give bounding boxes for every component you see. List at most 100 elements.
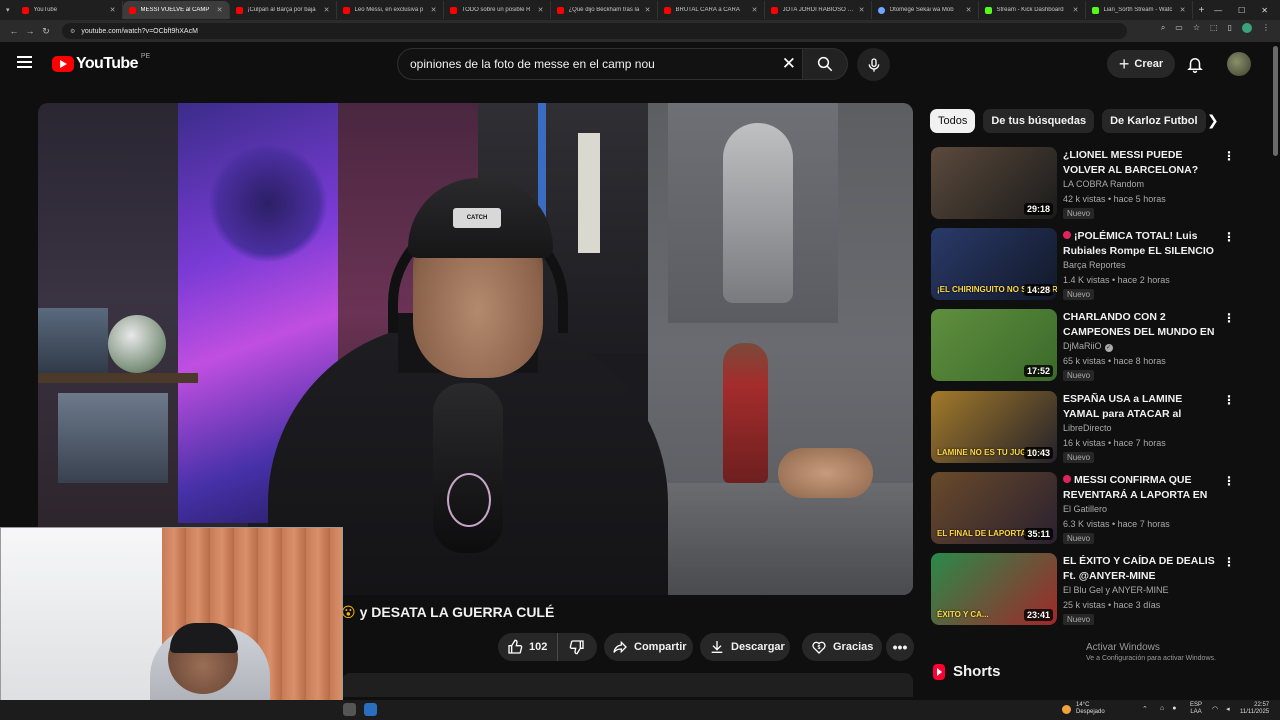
share-button[interactable]: Compartir xyxy=(604,633,693,661)
page-scrollbar[interactable] xyxy=(1273,46,1278,156)
close-tab-icon[interactable]: ✕ xyxy=(217,6,223,14)
mic-tray-icon[interactable]: ● xyxy=(1172,705,1176,712)
browser-tab[interactable]: JOTA JORDI RABIOSO con ✕ xyxy=(765,1,872,19)
video-thumbnail[interactable]: ÉXITO Y CA... 23:41 xyxy=(931,553,1057,625)
browser-tab[interactable]: Lian_Sorth Stream - Watc ✕ xyxy=(1086,1,1193,19)
more-vertical-icon[interactable]: ⋮ xyxy=(1223,149,1235,163)
chevron-right-icon[interactable]: ❯ xyxy=(1207,112,1219,129)
browser-tab[interactable]: BRUTAL CARA a CARA ✕ xyxy=(658,1,765,19)
recommended-video-title[interactable]: ESPAÑA USA a LAMINE YAMAL para ATACAR al… xyxy=(1063,392,1218,422)
filter-chip[interactable]: De Karloz Futbol xyxy=(1102,109,1206,133)
more-vertical-icon[interactable]: ⋮ xyxy=(1223,311,1235,325)
input-language[interactable]: ESP LAA xyxy=(1190,702,1202,716)
channel-name[interactable]: Barça Reportes xyxy=(1063,260,1126,270)
close-tab-icon[interactable]: ✕ xyxy=(1180,6,1186,14)
tab-search-icon[interactable]: ▾ xyxy=(0,6,16,14)
bookmark-star-icon[interactable]: ☆ xyxy=(1193,23,1200,33)
channel-name[interactable]: El Gatillero xyxy=(1063,504,1107,514)
sidebar-toggle-icon[interactable]: ▯ xyxy=(1228,23,1232,33)
browser-tab[interactable]: Leo Messi, en exclusiva p ✕ xyxy=(337,1,444,19)
close-tab-icon[interactable]: ✕ xyxy=(324,6,330,14)
wifi-icon[interactable]: ◠ xyxy=(1212,705,1218,713)
volume-icon[interactable]: ◂ xyxy=(1226,705,1230,713)
like-button[interactable]: 102 xyxy=(498,633,558,661)
recommended-video-title[interactable]: ¿LIONEL MESSI PUEDE VOLVER AL BARCELONA?… xyxy=(1063,148,1218,178)
recommended-video-title[interactable]: EL ÉXITO Y CAÍDA DE DEALIS Ft. @ANYER-MI… xyxy=(1063,554,1218,584)
notifications-button[interactable] xyxy=(1186,54,1204,79)
dislike-button[interactable] xyxy=(558,633,596,661)
recommended-video-title[interactable]: MESSI CONFIRMA QUE REVENTARÁ A LAPORTA E… xyxy=(1063,473,1218,503)
recommended-video[interactable]: EL FINAL DE LAPORTA 35:11 MESSI CONFIRMA Q… xyxy=(931,472,1235,546)
more-actions-button[interactable]: ••• xyxy=(886,633,914,661)
obs-icon[interactable] xyxy=(343,703,356,716)
recommended-video[interactable]: 17:52 CHARLANDO CON 2 CAMPEONES DEL MUNDO… xyxy=(931,309,1235,383)
url-field[interactable]: ⚙ youtube.com/watch?v=OCbft9hXAcM xyxy=(62,23,1127,39)
search-tab-icon[interactable]: ⌕ xyxy=(1161,23,1165,33)
browser-tab[interactable]: YouTube ✕ xyxy=(16,1,123,19)
recommended-video[interactable]: 29:18 ¿LIONEL MESSI PUEDE VOLVER AL BARCE… xyxy=(931,147,1235,221)
tray-expand-icon[interactable]: ⌃ xyxy=(1142,705,1148,713)
cast-icon[interactable]: ▭ xyxy=(1175,23,1183,33)
more-vertical-icon[interactable]: ⋮ xyxy=(1223,230,1235,244)
close-tab-icon[interactable]: ✕ xyxy=(859,6,865,14)
browser-tab[interactable]: ¿Qué dijo Beckham tras la ✕ xyxy=(551,1,658,19)
recommended-video-title[interactable]: CHARLANDO CON 2 CAMPEONES DEL MUNDO EN .… xyxy=(1063,310,1218,340)
shorts-header[interactable]: Shorts xyxy=(933,663,1001,680)
reload-icon[interactable]: ↻ xyxy=(38,26,54,37)
search-button[interactable] xyxy=(802,48,848,80)
video-thumbnail[interactable]: ¡EL CHIRINGUITO NO SE GUAR... 14:28 xyxy=(931,228,1057,300)
thanks-button[interactable]: $ Gracias xyxy=(802,633,882,661)
browser-tab[interactable]: Otomege Sekai wa Mob ✕ xyxy=(872,1,979,19)
video-player[interactable]: CATCH xyxy=(38,103,913,595)
close-tab-icon[interactable]: ✕ xyxy=(966,6,972,14)
close-tab-icon[interactable]: ✕ xyxy=(1073,6,1079,14)
voice-search-button[interactable] xyxy=(857,48,890,81)
maximize-icon[interactable]: ☐ xyxy=(1238,6,1245,15)
create-button[interactable]: + Crear xyxy=(1107,50,1175,78)
more-vertical-icon[interactable]: ⋮ xyxy=(1223,555,1235,569)
more-vertical-icon[interactable]: ⋮ xyxy=(1223,474,1235,488)
recommended-video[interactable]: LAMINE NO ES TU JUGUETE 10:43 ESPAÑA USA a… xyxy=(931,391,1235,465)
site-info-icon[interactable]: ⚙ xyxy=(70,28,75,35)
video-thumbnail[interactable]: 29:18 xyxy=(931,147,1057,219)
close-tab-icon[interactable]: ✕ xyxy=(538,6,544,14)
video-thumbnail[interactable]: LAMINE NO ES TU JUGUETE 10:43 xyxy=(931,391,1057,463)
youtube-logo[interactable]: YouTube PE xyxy=(52,53,150,73)
download-button[interactable]: Descargar xyxy=(700,633,790,661)
profile-avatar[interactable] xyxy=(1242,23,1252,33)
close-tab-icon[interactable]: ✕ xyxy=(431,6,437,14)
recommended-video[interactable]: ¡EL CHIRINGUITO NO SE GUAR... 14:28 ¡POLÉM… xyxy=(931,228,1235,302)
menu-icon[interactable] xyxy=(17,56,32,68)
close-tab-icon[interactable]: ✕ xyxy=(645,6,651,14)
minimize-icon[interactable]: — xyxy=(1214,6,1222,15)
close-tab-icon[interactable]: ✕ xyxy=(752,6,758,14)
browser-tab[interactable]: MESSI VUELVE al CAMP ✕ xyxy=(122,1,230,19)
new-tab-icon[interactable]: + xyxy=(1199,5,1205,16)
video-thumbnail[interactable]: EL FINAL DE LAPORTA 35:11 xyxy=(931,472,1057,544)
extensions-icon[interactable]: ⬚ xyxy=(1210,23,1218,33)
weather-widget[interactable]: 14°C Despejado xyxy=(1062,702,1105,716)
channel-name[interactable]: DjMaRiiO ✓ xyxy=(1063,341,1113,352)
recommended-video[interactable]: ÉXITO Y CA... 23:41 EL ÉXITO Y CAÍDA DE DE… xyxy=(931,553,1235,627)
user-avatar[interactable] xyxy=(1227,52,1251,76)
search-input[interactable]: opiniones de la foto de messe en el camp… xyxy=(397,48,807,80)
close-tab-icon[interactable]: ✕ xyxy=(110,6,116,14)
steam-icon[interactable] xyxy=(364,703,377,716)
description-box[interactable] xyxy=(342,673,913,697)
filter-chip[interactable]: Todos xyxy=(930,109,976,133)
more-vertical-icon[interactable]: ⋮ xyxy=(1223,393,1235,407)
close-window-icon[interactable]: ✕ xyxy=(1261,6,1268,15)
video-thumbnail[interactable]: 17:52 xyxy=(931,309,1057,381)
back-icon[interactable]: ← xyxy=(6,26,22,36)
filter-chip[interactable]: De tus búsquedas xyxy=(983,109,1095,133)
browser-menu-icon[interactable]: ⋮ xyxy=(1262,23,1270,33)
recommended-video-title[interactable]: ¡POLÉMICA TOTAL! Luis Rubiales Rompe EL … xyxy=(1063,229,1218,259)
clear-search-icon[interactable]: ✕ xyxy=(782,54,796,74)
network-icon[interactable]: ⌂ xyxy=(1160,705,1164,712)
forward-icon[interactable]: → xyxy=(22,26,38,36)
browser-tab[interactable]: ¡Culpan al Barça por baja ✕ xyxy=(230,1,337,19)
channel-name[interactable]: LA COBRA Random xyxy=(1063,179,1144,189)
channel-name[interactable]: LibreDirecto xyxy=(1063,423,1112,433)
browser-tab[interactable]: TODO sobre un posible R ✕ xyxy=(444,1,551,19)
clock[interactable]: 22:57 11/11/2025 xyxy=(1240,702,1269,716)
